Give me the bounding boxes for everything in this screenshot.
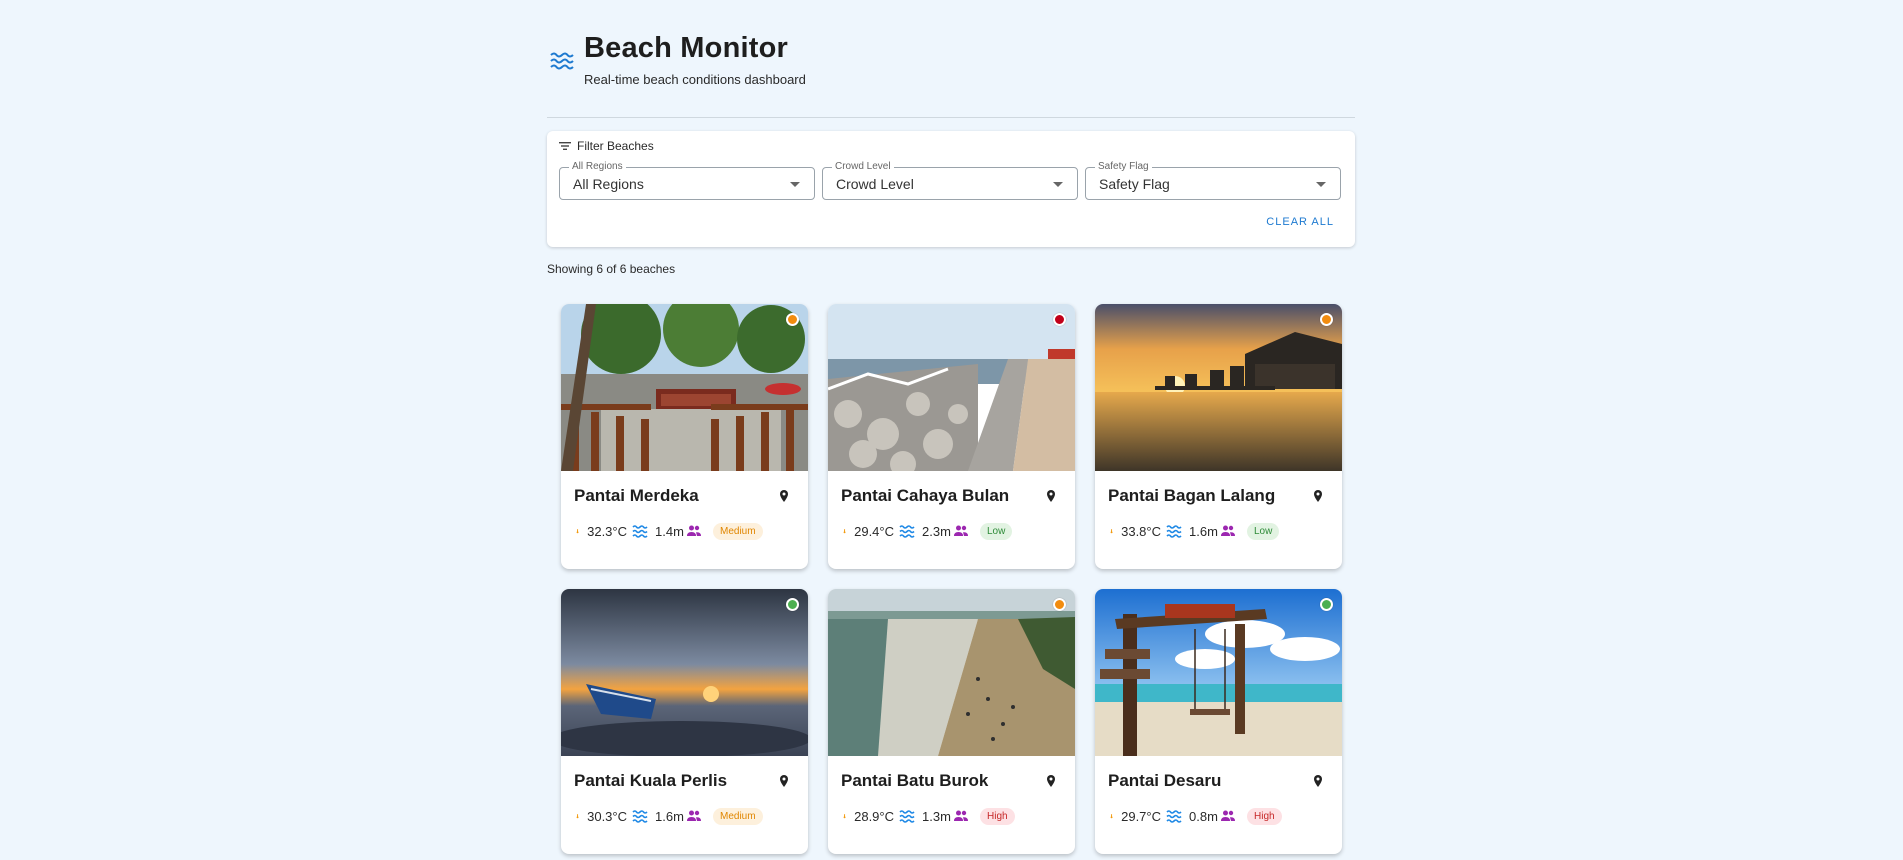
map-pin-icon[interactable] [1312, 774, 1324, 788]
filter-icon [559, 142, 571, 150]
beach-name: Pantai Cahaya Bulan [841, 486, 1010, 505]
beach-stats: 30.3°C 1.6m Medium [575, 806, 763, 826]
filter-panel: Filter Beaches All Regions All Regions C… [547, 131, 1355, 247]
water-temperature: 29.7°C [1121, 808, 1161, 824]
crowd-level-badge: Medium [713, 522, 763, 540]
thermometer-icon [1110, 814, 1113, 819]
chevron-down-icon [1053, 182, 1063, 187]
beach-stats: 29.4°C 2.3m Low [842, 521, 1013, 541]
beach-name: Pantai Bagan Lalang [1108, 486, 1276, 505]
thermometer-icon [576, 529, 579, 534]
crowd-level-badge: High [1247, 807, 1282, 825]
water-temperature: 29.4°C [854, 523, 894, 539]
header-divider [547, 117, 1355, 118]
filter-heading-label: Filter Beaches [577, 139, 654, 153]
beach-photo [1095, 589, 1342, 756]
beach-card[interactable]: Pantai Bagan Lalang 33.8°C 1.6m Low [1095, 304, 1342, 569]
crowd-level-badge: Low [980, 522, 1013, 540]
beach-card[interactable]: Pantai Cahaya Bulan 29.4°C 2.3m Low [828, 304, 1075, 569]
beach-stats: 28.9°C 1.3m High [842, 806, 1015, 826]
people-icon [954, 525, 968, 536]
chevron-down-icon [790, 182, 800, 187]
map-pin-icon[interactable] [778, 489, 790, 503]
safety-flag-indicator [786, 598, 799, 611]
wave-height: 1.3m [922, 808, 951, 824]
wave-height: 1.6m [1189, 523, 1218, 539]
beach-photo [828, 589, 1075, 756]
crowd-level-badge: Medium [713, 807, 763, 825]
people-icon [1221, 810, 1235, 821]
wave-icon [1166, 525, 1182, 538]
safety-flag-indicator [1320, 598, 1333, 611]
safety-flag-indicator [1053, 598, 1066, 611]
beach-name: Pantai Batu Burok [841, 771, 989, 790]
crowd-select-label: Crowd Level [832, 161, 894, 173]
beach-stats: 33.8°C 1.6m Low [1109, 521, 1280, 541]
clear-all-button[interactable]: CLEAR ALL [1266, 216, 1334, 228]
crowd-level-badge: High [980, 807, 1015, 825]
safety-flag-indicator [786, 313, 799, 326]
water-temperature: 33.8°C [1121, 523, 1161, 539]
map-pin-icon[interactable] [1045, 489, 1057, 503]
thermometer-icon [843, 529, 846, 534]
filter-heading: Filter Beaches [559, 139, 654, 153]
app-header: Beach Monitor Real-time beach conditions… [547, 28, 1355, 92]
safety-select[interactable]: Safety Flag Safety Flag [1085, 161, 1341, 200]
wave-height: 1.4m [655, 523, 684, 539]
people-icon [954, 810, 968, 821]
map-pin-icon[interactable] [778, 774, 790, 788]
wave-height: 2.3m [922, 523, 951, 539]
crowd-level-badge: Low [1247, 522, 1280, 540]
chevron-down-icon [1316, 182, 1326, 187]
wave-height: 1.6m [655, 808, 684, 824]
water-temperature: 28.9°C [854, 808, 894, 824]
thermometer-icon [1110, 529, 1113, 534]
people-icon [687, 525, 701, 536]
wave-icon [632, 810, 648, 823]
results-count: Showing 6 of 6 beaches [547, 262, 676, 276]
beach-photo [828, 304, 1075, 471]
beach-photo [1095, 304, 1342, 471]
beach-photo [561, 304, 808, 471]
region-select-value: All Regions [573, 176, 644, 192]
map-pin-icon[interactable] [1312, 489, 1324, 503]
page-title: Beach Monitor [584, 32, 788, 64]
crowd-select-value: Crowd Level [836, 176, 914, 192]
beach-name: Pantai Desaru [1108, 771, 1222, 790]
safety-flag-indicator [1053, 313, 1066, 326]
safety-flag-indicator [1320, 313, 1333, 326]
waves-icon [550, 52, 574, 70]
beach-card[interactable]: Pantai Batu Burok 28.9°C 1.3m High [828, 589, 1075, 854]
map-pin-icon[interactable] [1045, 774, 1057, 788]
water-temperature: 32.3°C [587, 523, 627, 539]
beach-name: Pantai Kuala Perlis [574, 771, 728, 790]
beach-stats: 32.3°C 1.4m Medium [575, 521, 763, 541]
people-icon [687, 810, 701, 821]
safety-select-label: Safety Flag [1095, 161, 1152, 173]
region-select-label: All Regions [569, 161, 626, 173]
people-icon [1221, 525, 1235, 536]
water-temperature: 30.3°C [587, 808, 627, 824]
beach-photo [561, 589, 808, 756]
wave-icon [899, 525, 915, 538]
beach-card[interactable]: Pantai Merdeka 32.3°C 1.4m Medium [561, 304, 808, 569]
thermometer-icon [843, 814, 846, 819]
thermometer-icon [576, 814, 579, 819]
region-select[interactable]: All Regions All Regions [559, 161, 815, 200]
beach-card[interactable]: Pantai Kuala Perlis 30.3°C 1.6m Medium [561, 589, 808, 854]
beach-card[interactable]: Pantai Desaru 29.7°C 0.8m High [1095, 589, 1342, 854]
beach-stats: 29.7°C 0.8m High [1109, 806, 1282, 826]
page-subtitle: Real-time beach conditions dashboard [584, 72, 806, 87]
wave-icon [632, 525, 648, 538]
wave-height: 0.8m [1189, 808, 1218, 824]
crowd-select[interactable]: Crowd Level Crowd Level [822, 161, 1078, 200]
wave-icon [899, 810, 915, 823]
wave-icon [1166, 810, 1182, 823]
safety-select-value: Safety Flag [1099, 176, 1170, 192]
beach-name: Pantai Merdeka [574, 486, 699, 505]
